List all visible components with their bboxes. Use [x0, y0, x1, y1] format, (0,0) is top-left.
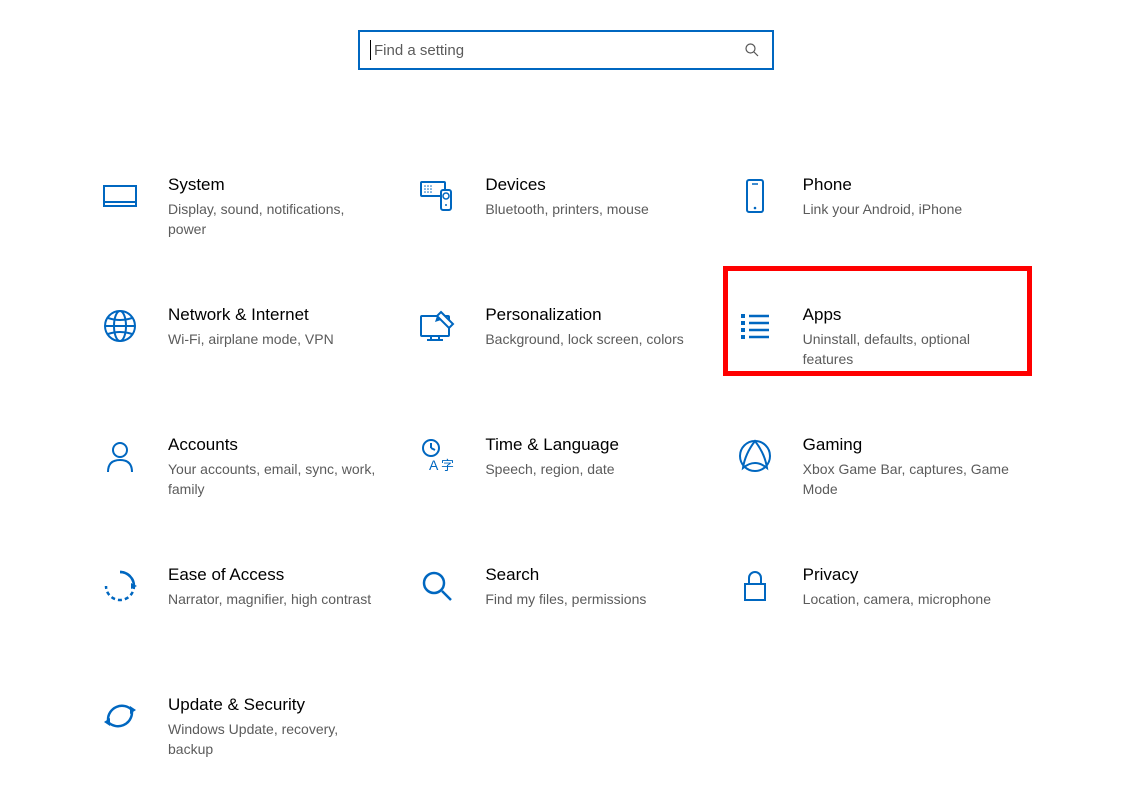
time-language-icon: A 字: [417, 436, 457, 476]
tile-desc: Find my files, permissions: [485, 590, 700, 610]
tile-update-security[interactable]: Update & Security Windows Update, recove…: [100, 680, 417, 810]
tile-desc: Narrator, magnifier, high contrast: [168, 590, 383, 610]
tile-desc: Windows Update, recovery, backup: [168, 720, 383, 759]
tile-desc: Background, lock screen, colors: [485, 330, 700, 350]
devices-icon: [417, 176, 457, 216]
tile-title: Search: [485, 564, 700, 586]
tile-title: Ease of Access: [168, 564, 383, 586]
settings-grid: System Display, sound, notifications, po…: [0, 160, 1132, 810]
tile-desc: Xbox Game Bar, captures, Game Mode: [803, 460, 1018, 499]
tile-desc: Bluetooth, printers, mouse: [485, 200, 700, 220]
tile-desc: Your accounts, email, sync, work, family: [168, 460, 383, 499]
tile-network[interactable]: Network & Internet Wi-Fi, airplane mode,…: [100, 290, 417, 420]
gaming-icon: [735, 436, 775, 476]
text-cursor: [370, 40, 371, 60]
tile-title: Gaming: [803, 434, 1018, 456]
tile-privacy[interactable]: Privacy Location, camera, microphone: [735, 550, 1052, 680]
tile-system[interactable]: System Display, sound, notifications, po…: [100, 160, 417, 290]
tile-title: Time & Language: [485, 434, 700, 456]
accounts-icon: [100, 436, 140, 476]
ease-of-access-icon: [100, 566, 140, 606]
system-icon: [100, 176, 140, 216]
personalization-icon: [417, 306, 457, 346]
search-input[interactable]: [372, 41, 744, 60]
tile-title: Privacy: [803, 564, 1018, 586]
update-icon: [100, 696, 140, 736]
tile-phone[interactable]: Phone Link your Android, iPhone: [735, 160, 1052, 290]
tile-desc: Display, sound, notifications, power: [168, 200, 383, 239]
tile-devices[interactable]: Devices Bluetooth, printers, mouse: [417, 160, 734, 290]
search-tile-icon: [417, 566, 457, 606]
tile-desc: Location, camera, microphone: [803, 590, 1018, 610]
tile-title: Accounts: [168, 434, 383, 456]
svg-text:字: 字: [441, 458, 454, 473]
tile-accounts[interactable]: Accounts Your accounts, email, sync, wor…: [100, 420, 417, 550]
tile-title: Phone: [803, 174, 1018, 196]
tile-title: Personalization: [485, 304, 700, 326]
svg-text:A: A: [429, 457, 439, 473]
tile-title: Update & Security: [168, 694, 383, 716]
tile-desc: Link your Android, iPhone: [803, 200, 1018, 220]
tile-title: Devices: [485, 174, 700, 196]
tile-search[interactable]: Search Find my files, permissions: [417, 550, 734, 680]
globe-icon: [100, 306, 140, 346]
lock-icon: [735, 566, 775, 606]
tile-title: Apps: [803, 304, 1018, 326]
tile-desc: Uninstall, defaults, optional features: [803, 330, 1018, 369]
tile-ease-of-access[interactable]: Ease of Access Narrator, magnifier, high…: [100, 550, 417, 680]
search-box[interactable]: [358, 30, 774, 70]
tile-personalization[interactable]: Personalization Background, lock screen,…: [417, 290, 734, 420]
tile-desc: Speech, region, date: [485, 460, 700, 480]
tile-gaming[interactable]: Gaming Xbox Game Bar, captures, Game Mod…: [735, 420, 1052, 550]
tile-apps[interactable]: Apps Uninstall, defaults, optional featu…: [735, 290, 1052, 420]
tile-time-language[interactable]: A 字 Time & Language Speech, region, date: [417, 420, 734, 550]
tile-title: Network & Internet: [168, 304, 383, 326]
phone-icon: [735, 176, 775, 216]
apps-icon: [735, 306, 775, 346]
tile-title: System: [168, 174, 383, 196]
search-icon: [744, 42, 760, 58]
tile-desc: Wi-Fi, airplane mode, VPN: [168, 330, 383, 350]
